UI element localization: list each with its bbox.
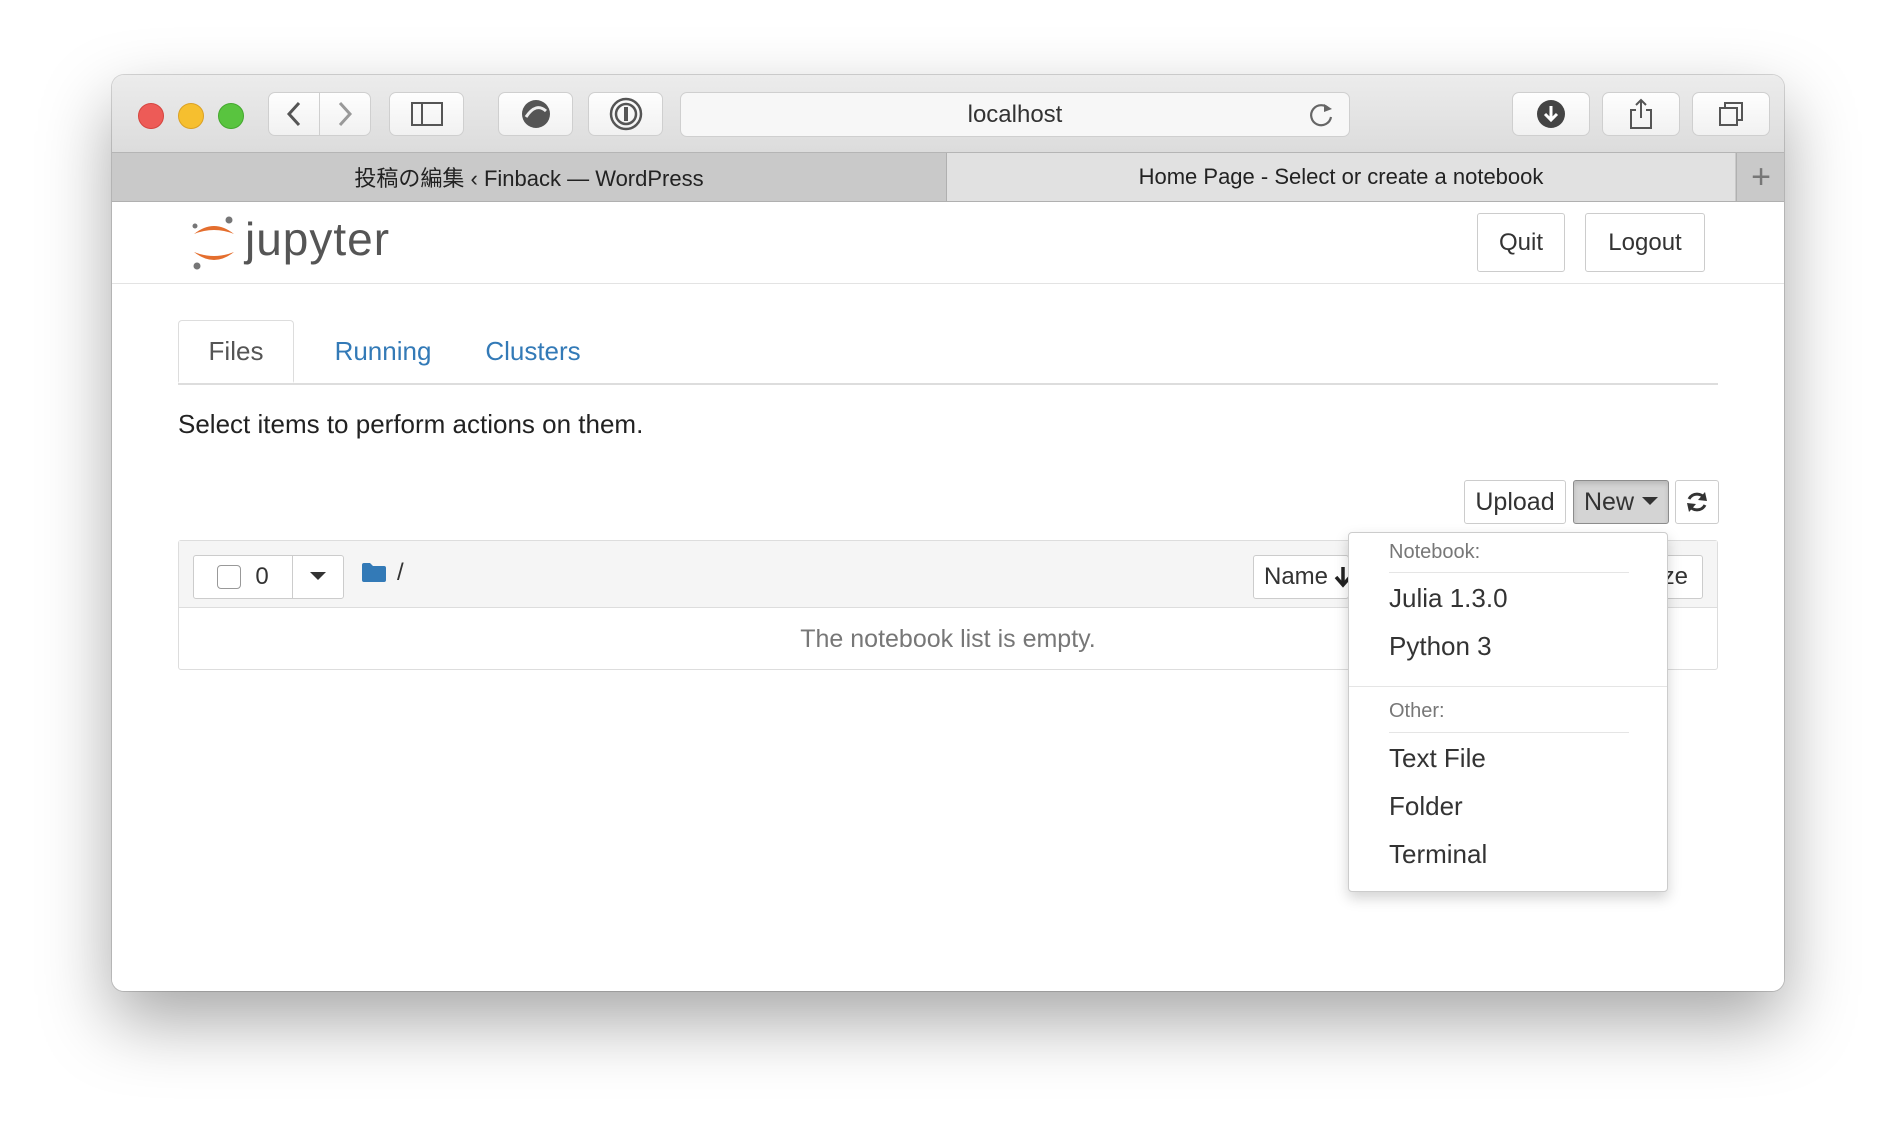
sort-name-button[interactable]: Name: [1253, 555, 1349, 599]
menu-divider: [1389, 732, 1629, 733]
menu-divider: [1349, 686, 1667, 687]
sidebar-icon: [410, 102, 443, 126]
sidebar-button[interactable]: [389, 92, 464, 136]
tabs-overview-icon: [1719, 102, 1743, 126]
new-tab-button[interactable]: +: [1736, 153, 1784, 201]
upload-button[interactable]: Upload: [1464, 480, 1566, 524]
sort-name-label: Name: [1264, 563, 1329, 590]
menu-header-other: Other:: [1389, 700, 1445, 722]
tabs-overview-button[interactable]: [1692, 92, 1770, 136]
jupyter-logo-text: jupyter: [245, 213, 391, 265]
jupyter-header: jupyter Quit Logout: [112, 202, 1784, 284]
breadcrumb-root[interactable]: /: [397, 559, 404, 587]
select-all-control[interactable]: 0: [193, 555, 293, 599]
caret-down-icon: [1642, 497, 1658, 505]
menu-item-terminal[interactable]: Terminal: [1389, 839, 1487, 870]
share-icon: [1630, 98, 1652, 129]
minimize-window-button[interactable]: [178, 103, 204, 129]
arrow-down-icon: [1334, 567, 1348, 588]
browser-tab-label: 投稿の編集 ‹ Finback — WordPress: [354, 166, 704, 191]
vpn-icon: [521, 100, 550, 128]
new-button-label: New: [1583, 487, 1634, 516]
jupyter-logo-icon[interactable]: [188, 214, 240, 272]
browser-tab-wordpress[interactable]: 投稿の編集 ‹ Finback — WordPress: [112, 153, 947, 201]
vpn-extension-button[interactable]: [498, 92, 573, 136]
browser-tab-jupyter[interactable]: Home Page - Select or create a notebook: [947, 153, 1735, 201]
select-all-checkbox[interactable]: [217, 565, 242, 589]
password-manager-icon: [609, 97, 642, 131]
forward-icon: [338, 101, 353, 127]
menu-header-notebook: Notebook:: [1389, 541, 1481, 563]
menu-item-folder[interactable]: Folder: [1389, 791, 1463, 822]
menu-item-python3[interactable]: Python 3: [1389, 631, 1492, 662]
close-window-button[interactable]: [138, 103, 164, 129]
browser-tab-bar: 投稿の編集 ‹ Finback — WordPress Home Page - …: [112, 152, 1784, 202]
share-button[interactable]: [1602, 92, 1680, 136]
logout-button[interactable]: Logout: [1585, 213, 1705, 272]
jupyter-page: jupyter Quit Logout Files Running Cluste…: [112, 202, 1784, 991]
password-manager-button[interactable]: [588, 92, 663, 136]
caret-down-icon: [310, 572, 326, 580]
menu-divider: [1389, 572, 1629, 573]
quit-button[interactable]: Quit: [1477, 213, 1565, 272]
tab-files[interactable]: Files: [178, 320, 294, 383]
browser-window: localhost 投稿の編集 ‹ Finback — WordPress Ho…: [112, 75, 1784, 991]
menu-item-text-file[interactable]: Text File: [1389, 743, 1486, 774]
url-text: localhost: [967, 100, 1063, 128]
new-dropdown-button[interactable]: New: [1573, 480, 1669, 524]
menu-item-julia[interactable]: Julia 1.3.0: [1389, 583, 1508, 614]
back-button[interactable]: [268, 92, 320, 136]
reload-icon[interactable]: [1307, 101, 1335, 129]
new-dropdown-menu: Notebook: Julia 1.3.0 Python 3 Other: Te…: [1348, 532, 1668, 892]
tab-clusters[interactable]: Clusters: [478, 320, 588, 383]
downloads-button[interactable]: [1512, 92, 1590, 136]
instructions-text: Select items to perform actions on them.: [178, 409, 644, 439]
tab-running[interactable]: Running: [318, 320, 448, 383]
refresh-button[interactable]: [1675, 480, 1719, 524]
selected-count: 0: [255, 563, 269, 590]
jupyter-nav-tabs: Files Running Clusters: [178, 320, 1718, 385]
browser-tab-label: Home Page - Select or create a notebook: [1138, 164, 1544, 189]
forward-button[interactable]: [319, 92, 371, 136]
folder-icon[interactable]: [361, 561, 387, 583]
download-icon: [1537, 100, 1565, 128]
browser-toolbar: localhost: [112, 75, 1784, 152]
address-bar[interactable]: localhost: [680, 92, 1350, 137]
zoom-window-button[interactable]: [218, 103, 244, 129]
refresh-icon: [1687, 492, 1707, 512]
plus-icon: +: [1751, 157, 1771, 196]
selection-dropdown-button[interactable]: [292, 555, 344, 599]
back-icon: [286, 101, 301, 127]
